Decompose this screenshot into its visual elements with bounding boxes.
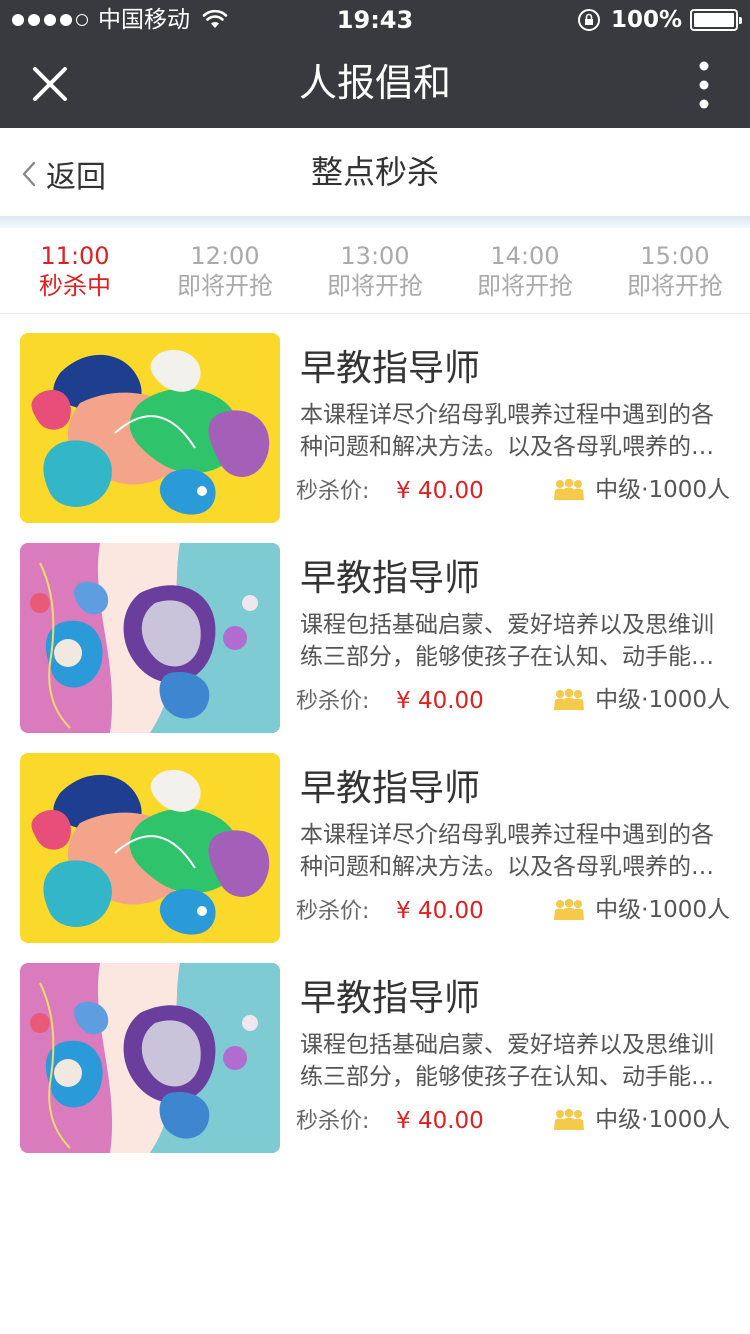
course-meta: 中级·1000人 bbox=[553, 1105, 730, 1135]
top-navigation-bar: 人报倡和 bbox=[0, 40, 750, 128]
course-description: 课程包括基础启蒙、爱好培养以及思维训练三部分，能够使孩子在认知、动手能力方面得到… bbox=[300, 612, 714, 670]
tab-time: 14:00 bbox=[490, 242, 560, 270]
tab-1400[interactable]: 14:00 即将开抢 bbox=[450, 228, 600, 313]
list-item[interactable]: 早教指导师 本课程详尽介绍母乳喂养过程中遇到的各种问题和解决方法。以及各母乳喂养… bbox=[0, 753, 750, 963]
course-title: 早教指导师 bbox=[300, 348, 481, 389]
tab-status: 即将开抢 bbox=[177, 272, 273, 300]
course-thumbnail bbox=[20, 963, 280, 1153]
abstract-art-yellow-image bbox=[20, 333, 280, 523]
time-slot-tabs: 11:00 秒杀中 12:00 即将开抢 13:00 即将开抢 14:00 即将… bbox=[0, 228, 750, 314]
more-vertical-icon[interactable] bbox=[698, 60, 710, 110]
app-title: 人报倡和 bbox=[298, 61, 451, 105]
price-value: ¥ 40.00 bbox=[396, 688, 484, 714]
course-thumbnail bbox=[20, 753, 280, 943]
course-description: 课程包括基础启蒙、爱好培养以及思维训练三部分，能够使孩子在认知、动手能力方面得到… bbox=[300, 1032, 714, 1090]
price-value: ¥ 40.00 bbox=[396, 1108, 484, 1134]
price-value: ¥ 40.00 bbox=[396, 478, 484, 504]
people-icon bbox=[554, 688, 585, 710]
rotation-lock-icon bbox=[577, 9, 600, 31]
tab-time: 15:00 bbox=[640, 242, 710, 270]
page-title: 整点秒杀 bbox=[310, 153, 439, 191]
people-icon bbox=[554, 898, 585, 920]
course-thumbnail bbox=[20, 543, 280, 733]
people-icon bbox=[554, 1108, 585, 1130]
course-level: 中级·1000人 bbox=[595, 897, 730, 923]
price-label: 秒杀价: bbox=[296, 899, 370, 924]
tab-status: 即将开抢 bbox=[327, 272, 423, 300]
battery-fill bbox=[694, 13, 734, 27]
list-item[interactable]: 早教指导师 课程包括基础启蒙、爱好培养以及思维训练三部分，能够使孩子在认知、动手… bbox=[0, 543, 750, 753]
list-item[interactable]: 早教指导师 课程包括基础启蒙、爱好培养以及思维训练三部分，能够使孩子在认知、动手… bbox=[0, 963, 750, 1173]
tab-1100[interactable]: 11:00 秒杀中 bbox=[0, 228, 150, 313]
tab-time: 12:00 bbox=[190, 242, 260, 270]
tab-1300[interactable]: 13:00 即将开抢 bbox=[300, 228, 450, 313]
tab-time: 11:00 bbox=[40, 242, 110, 270]
course-thumbnail bbox=[20, 333, 280, 523]
tab-time: 13:00 bbox=[340, 242, 410, 270]
page-header: 返回 整点秒杀 bbox=[0, 128, 750, 216]
header-divider bbox=[0, 216, 750, 228]
course-title: 早教指导师 bbox=[300, 768, 481, 809]
status-bar: 中国移动 19:43 100% bbox=[0, 0, 750, 40]
tab-1500[interactable]: 15:00 即将开抢 bbox=[600, 228, 750, 313]
battery-area: 100% bbox=[577, 7, 742, 33]
list-item[interactable]: 早教指导师 本课程详尽介绍母乳喂养过程中遇到的各种问题和解决方法。以及各母乳喂养… bbox=[0, 333, 750, 543]
price-value: ¥ 40.00 bbox=[396, 898, 484, 924]
abstract-art-pink-image bbox=[20, 543, 280, 733]
course-list: 早教指导师 本课程详尽介绍母乳喂养过程中遇到的各种问题和解决方法。以及各母乳喂养… bbox=[0, 333, 750, 1173]
battery-percent: 100% bbox=[610, 7, 682, 33]
course-meta: 中级·1000人 bbox=[553, 685, 730, 715]
tab-status: 秒杀中 bbox=[39, 272, 111, 300]
tab-status: 即将开抢 bbox=[627, 272, 723, 300]
course-description: 本课程详尽介绍母乳喂养过程中遇到的各种问题和解决方法。以及各母乳喂养的注意事项 bbox=[300, 402, 714, 460]
abstract-art-pink-image bbox=[20, 963, 280, 1153]
tab-1200[interactable]: 12:00 即将开抢 bbox=[150, 228, 300, 313]
people-icon bbox=[554, 478, 585, 500]
course-level: 中级·1000人 bbox=[595, 477, 730, 503]
price-label: 秒杀价: bbox=[296, 689, 370, 714]
course-level: 中级·1000人 bbox=[595, 687, 730, 713]
price-label: 秒杀价: bbox=[296, 1109, 370, 1134]
tab-status: 即将开抢 bbox=[477, 272, 573, 300]
course-level: 中级·1000人 bbox=[595, 1107, 730, 1133]
price-label: 秒杀价: bbox=[296, 479, 370, 504]
course-meta: 中级·1000人 bbox=[553, 475, 730, 505]
course-meta: 中级·1000人 bbox=[553, 895, 730, 925]
course-title: 早教指导师 bbox=[300, 978, 481, 1019]
battery-icon bbox=[690, 9, 742, 31]
abstract-art-yellow-image bbox=[20, 753, 280, 943]
course-description: 本课程详尽介绍母乳喂养过程中遇到的各种问题和解决方法。以及各母乳喂养的注意事项 bbox=[300, 822, 714, 880]
course-title: 早教指导师 bbox=[300, 558, 481, 599]
